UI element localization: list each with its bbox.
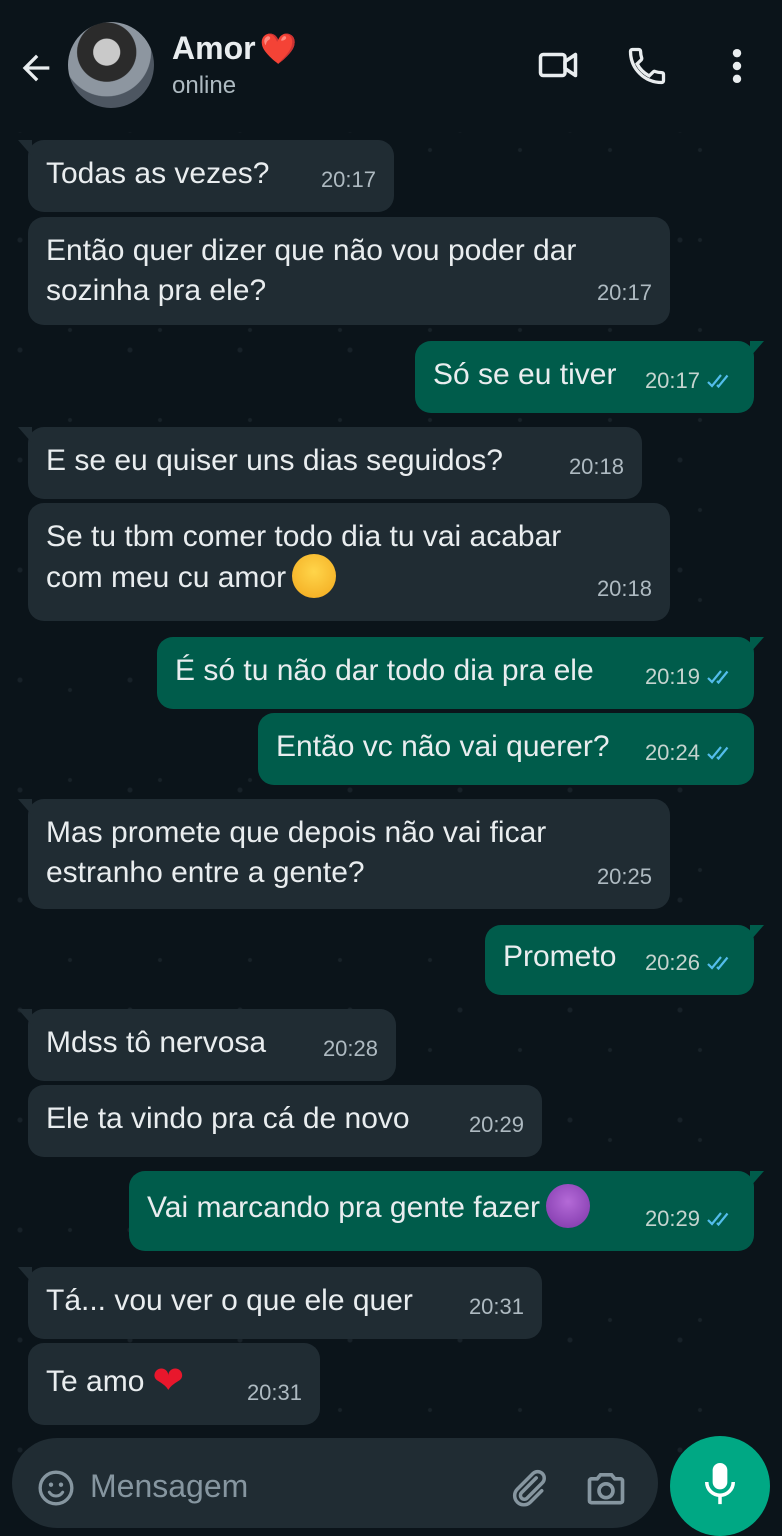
tired-face-emoji	[292, 554, 337, 598]
incoming-message[interactable]: Te amo ❤ 20:31	[28, 1343, 320, 1425]
message-time: 20:17	[596, 280, 652, 305]
emoji-icon[interactable]	[36, 1468, 76, 1508]
message-time: 20:18	[596, 576, 652, 601]
outgoing-message[interactable]: Então vc não vai querer? 20:24	[258, 713, 754, 785]
back-arrow-icon[interactable]	[16, 48, 56, 88]
incoming-message[interactable]: Mdss tô nervosa 20:28	[18, 1009, 396, 1081]
outgoing-message[interactable]: Vai marcando pra gente fazer 20:29	[129, 1171, 764, 1251]
message-time: 20:31	[468, 1294, 524, 1319]
mic-icon	[705, 1462, 735, 1505]
more-options-icon[interactable]	[722, 44, 752, 88]
message-time: 20:29	[468, 1112, 524, 1137]
smiling-devil-emoji	[546, 1184, 591, 1228]
read-ticks-icon	[707, 1212, 729, 1227]
incoming-message[interactable]: Tá... vou ver o que ele quer 20:31	[18, 1267, 542, 1339]
read-ticks-icon	[707, 956, 729, 971]
read-ticks-icon	[707, 374, 729, 389]
outgoing-message[interactable]: Prometo 20:26	[485, 925, 764, 995]
incoming-message[interactable]: Então quer dizer que não vou poder dar s…	[28, 217, 670, 325]
message-time: 20:18	[568, 454, 624, 479]
message-time: 20:19	[645, 657, 736, 697]
attach-icon[interactable]	[506, 1466, 550, 1510]
incoming-message[interactable]: Todas as vezes? 20:17	[18, 140, 394, 212]
heart-emoji: ❤️	[259, 33, 297, 66]
message-time: 20:26	[645, 943, 736, 983]
chat-header: Amor ❤️ online	[0, 0, 782, 132]
voice-call-icon[interactable]	[625, 44, 669, 88]
message-time: 20:17	[320, 167, 376, 192]
contact-status: online	[172, 72, 237, 99]
camera-icon[interactable]	[584, 1466, 628, 1510]
read-ticks-icon	[707, 670, 729, 685]
message-time: 20:24	[645, 733, 736, 773]
incoming-message[interactable]: Se tu tbm comer todo dia tu vai acabar c…	[28, 503, 670, 621]
message-time: 20:31	[246, 1380, 302, 1405]
incoming-message[interactable]: Mas promete que depois não vai ficar est…	[18, 799, 670, 909]
message-input-bar: Mensagem	[12, 1438, 658, 1528]
outgoing-message[interactable]: Só se eu tiver 20:17	[415, 341, 764, 413]
incoming-message[interactable]: E se eu quiser uns dias seguidos? 20:18	[18, 427, 642, 499]
message-time: 20:25	[596, 864, 652, 889]
contact-name[interactable]: Amor ❤️	[172, 30, 297, 67]
contact-avatar[interactable]	[68, 22, 154, 108]
incoming-message[interactable]: Ele ta vindo pra cá de novo 20:29	[28, 1085, 542, 1157]
outgoing-message[interactable]: É só tu não dar todo dia pra ele 20:19	[157, 637, 764, 709]
video-call-icon[interactable]	[534, 44, 582, 86]
mic-button[interactable]	[670, 1436, 770, 1536]
message-time: 20:28	[322, 1036, 378, 1061]
message-time: 20:29	[645, 1199, 736, 1239]
message-time: 20:17	[645, 361, 736, 401]
read-ticks-icon	[707, 746, 729, 761]
message-input[interactable]: Mensagem	[90, 1468, 248, 1505]
red-heart-emoji: ❤	[152, 1360, 185, 1402]
